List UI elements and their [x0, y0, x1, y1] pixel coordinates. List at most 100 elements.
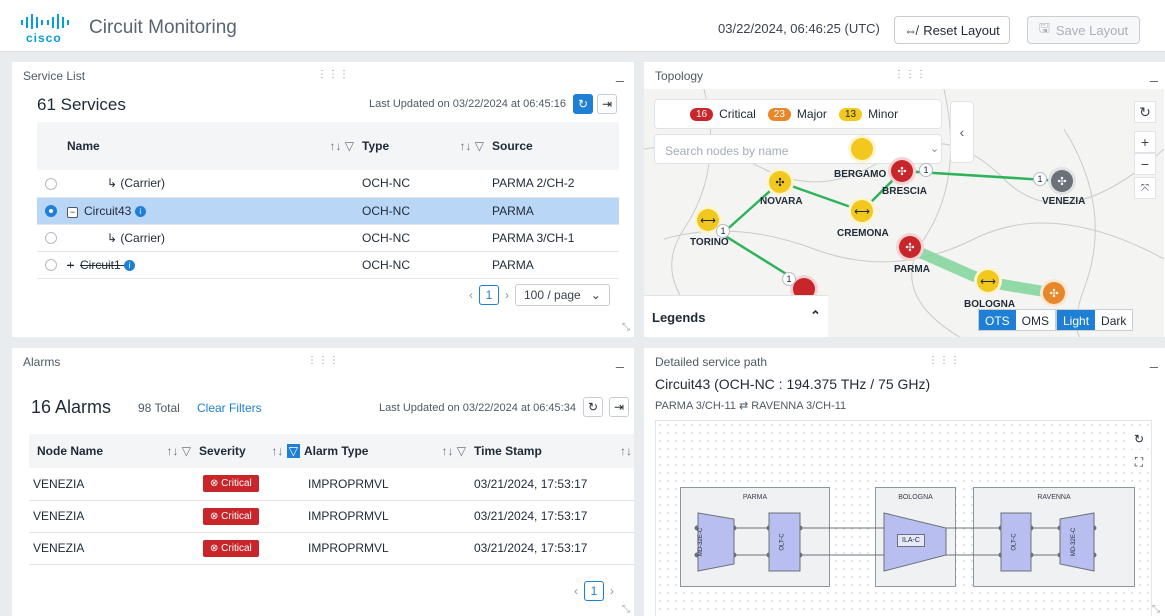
next-page-icon[interactable]: ›	[610, 584, 614, 598]
alarms-pagination: ‹ 1 ›	[574, 581, 614, 601]
services-count: 61 Services	[37, 95, 126, 114]
theme-dark[interactable]: Dark	[1095, 310, 1132, 330]
zoom-in-button[interactable]: +	[1134, 131, 1156, 153]
row-radio[interactable]	[45, 259, 57, 272]
sort-filter-icon[interactable]: ↑↓ ▽	[271, 444, 300, 458]
theme-light[interactable]: Light	[1057, 310, 1096, 330]
layer-oms[interactable]: OMS	[1016, 310, 1055, 330]
row-radio[interactable]	[45, 232, 57, 245]
legends-toggle[interactable]: Legends ⌃	[644, 295, 828, 337]
resize-handle-icon[interactable]: ⤡	[1152, 604, 1160, 615]
reset-view-button[interactable]: ↻	[1134, 101, 1156, 123]
minor-label: Minor	[868, 107, 899, 121]
export-button[interactable]: ⇥	[609, 397, 629, 417]
sort-icon[interactable]: ↑↓	[620, 444, 632, 458]
sort-filter-icon[interactable]: ↑↓ ▽	[441, 444, 466, 458]
page-size-select[interactable]: 100 / page ⌄	[515, 284, 610, 306]
zoom-out-button[interactable]: −	[1134, 153, 1156, 175]
sort-filter-icon[interactable]: ↑↓ ▽	[329, 139, 354, 153]
alarm-time: 03/21/2024, 17:53:17	[474, 500, 634, 533]
prev-page-icon[interactable]: ‹	[469, 288, 473, 302]
node-brescia-icon[interactable]: ✣	[888, 157, 916, 185]
theme-toggle[interactable]: Light Dark	[1056, 309, 1134, 331]
refresh-button[interactable]: ↻	[583, 397, 603, 417]
critical-label: Critical	[719, 107, 756, 121]
row-radio[interactable]	[45, 205, 57, 218]
node-label: NOVARA	[760, 196, 803, 207]
mux-left-label: MD-32E-C	[698, 527, 705, 557]
save-icon: 🖫	[1038, 20, 1050, 35]
node-label: BERGAMO	[834, 169, 887, 180]
node-bologna-icon[interactable]: ⟷	[974, 267, 1002, 295]
alarms-last-updated: Last Updated on 03/22/2024 at 06:45:34	[379, 402, 576, 414]
layer-toggle[interactable]: OTS OMS	[978, 309, 1057, 331]
table-row[interactable]: + Circuit1 i OCH-NC PARMA	[37, 251, 619, 279]
service-source: PARMA	[492, 251, 619, 279]
alarms-panel: Alarms ⋮⋮⋮ _ 16 Alarms 98 Total Clear Fi…	[12, 348, 634, 616]
info-icon[interactable]: i	[134, 205, 146, 217]
refresh-icon: ↻	[577, 97, 589, 111]
severity-text: Critical	[221, 478, 252, 490]
drag-handle-icon[interactable]: ⋮⋮⋮	[894, 69, 927, 80]
minimize-icon[interactable]: _	[616, 66, 624, 82]
drag-handle-icon[interactable]: ⋮⋮⋮	[307, 355, 340, 366]
export-icon: ⇥	[601, 97, 613, 111]
resize-handle-icon[interactable]: ⤡	[622, 604, 630, 615]
expand-icon[interactable]: +	[67, 258, 74, 272]
col-node-name: Node Name ↑↓ ▽	[29, 434, 199, 468]
node-cremona-icon[interactable]: ⟷	[848, 197, 876, 225]
resize-handle-icon[interactable]: ⤡	[622, 322, 630, 333]
row-radio[interactable]	[45, 178, 57, 191]
collapse-panel-button[interactable]: ‹	[950, 101, 974, 163]
sort-filter-icon[interactable]: ↑↓ ▽	[459, 139, 484, 153]
table-row[interactable]: VENEZIA ⊗ Critical IMPROPRMVL 03/21/2024…	[29, 532, 634, 565]
table-row[interactable]: VENEZIA ⊗ Critical IMPROPRMVL 03/21/2024…	[29, 468, 634, 501]
drag-handle-icon[interactable]: ⋮⋮⋮	[928, 355, 961, 366]
export-button[interactable]: ⇥	[597, 94, 617, 114]
panel-title: Topology	[655, 69, 704, 83]
minimize-icon[interactable]: _	[616, 352, 624, 368]
col-type-label: Type	[362, 139, 390, 153]
col-timestamp: Time Stamp ↑↓	[474, 434, 634, 468]
drag-handle-icon[interactable]: ⋮⋮⋮	[317, 69, 350, 80]
table-row[interactable]: − Circuit43 i OCH-NC PARMA	[37, 197, 619, 225]
panel-title: Service List	[23, 69, 86, 83]
node-ravenna-icon[interactable]: ✣	[1040, 279, 1068, 307]
table-row[interactable]: VENEZIA ⊗ Critical IMPROPRMVL 03/21/2024…	[29, 500, 634, 533]
path-endpoints: PARMA 3/CH-11 ⇄ RAVENNA 3/CH-11	[655, 400, 847, 412]
service-source: PARMA 2/CH-2	[492, 170, 619, 198]
prev-page-icon[interactable]: ‹	[574, 584, 578, 598]
node-novara-icon[interactable]: ✣	[766, 168, 794, 196]
refresh-button[interactable]: ↻	[573, 94, 593, 114]
table-row[interactable]: ↳ (Carrier) OCH-NC PARMA 3/CH-1	[37, 224, 619, 252]
topology-map[interactable]: 16 Critical 23 Major 13 Minor Search nod…	[644, 89, 1164, 337]
alarm-type: IMPROPRMVL	[304, 532, 474, 565]
node-venezia-icon[interactable]: ✣	[1048, 167, 1076, 195]
table-row[interactable]: ↳ (Carrier) OCH-NC PARMA 2/CH-2	[37, 170, 619, 198]
path-diagram[interactable]: ↻ ⛶ PARMA BOLOGNA RAVENNA ILA-C MD-32E-C…	[655, 420, 1152, 616]
service-name: ↳ (Carrier)	[67, 170, 362, 198]
layer-ots[interactable]: OTS	[979, 310, 1016, 330]
chevron-up-icon: ⌃	[810, 308, 821, 323]
save-layout-button[interactable]: 🖫 Save Layout	[1027, 16, 1140, 44]
fit-view-button[interactable]: ⤧	[1134, 177, 1156, 199]
next-page-icon[interactable]: ›	[505, 288, 509, 302]
service-type: OCH-NC	[362, 224, 492, 252]
service-name: Circuit43	[84, 203, 132, 218]
collapse-icon[interactable]: −	[67, 206, 78, 218]
chevron-down-icon[interactable]: ⌄	[930, 142, 939, 155]
panel-title: Alarms	[23, 355, 61, 369]
minimize-icon[interactable]: _	[1150, 352, 1158, 368]
sort-filter-icon[interactable]: ↑↓ ▽	[166, 444, 191, 458]
minimize-icon[interactable]: _	[1150, 66, 1158, 82]
col-timestamp-label: Time Stamp	[474, 444, 542, 458]
alarm-time: 03/21/2024, 17:53:17	[474, 532, 634, 565]
clear-filters-link[interactable]: Clear Filters	[197, 401, 262, 415]
page-number[interactable]: 1	[479, 285, 499, 305]
node-parma-icon[interactable]: ✣	[896, 233, 924, 261]
page-number[interactable]: 1	[584, 581, 604, 601]
node-bergamo-icon[interactable]	[848, 135, 876, 163]
alarms-table: Node Name ↑↓ ▽ Severity ↑↓ ▽ Alarm Type ↑↓ …	[29, 434, 634, 565]
info-icon[interactable]: i	[124, 259, 136, 271]
reset-layout-button[interactable]: ⇎ Reset Layout	[894, 16, 1010, 44]
